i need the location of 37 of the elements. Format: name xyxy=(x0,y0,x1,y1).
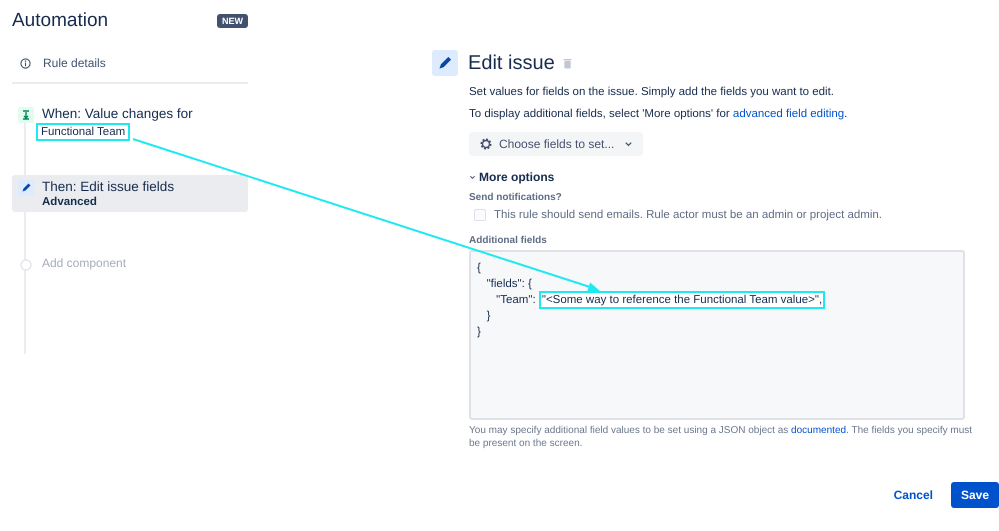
code-line: { xyxy=(477,261,482,276)
json-editor[interactable]: { "fields": { "Team": "<Some way to reference the Functional Team value>", } } xyxy=(469,250,965,420)
checkbox-label: This rule should send emails. Rule actor must be an admin or project admin. xyxy=(494,209,882,221)
step-subtitle: Functional Team xyxy=(36,123,130,141)
step-title: When: Value changes for xyxy=(42,106,193,121)
save-button[interactable]: Save xyxy=(950,482,999,508)
rule-step[interactable]: Then: Edit issue fields Advanced xyxy=(12,175,248,212)
advanced-editing-link[interactable]: advanced field editing xyxy=(732,108,844,120)
pencil-icon xyxy=(18,180,34,196)
trash-icon[interactable] xyxy=(562,58,572,68)
rule-step[interactable]: When: Value changes for Functional Team xyxy=(12,102,248,145)
step-title: Then: Edit issue fields xyxy=(42,179,174,194)
info-icon xyxy=(20,58,31,68)
step-subtitle: Advanced xyxy=(42,196,97,208)
code-line: "fields": { xyxy=(486,277,533,292)
field-label: Send notifications? xyxy=(469,192,562,203)
trigger-icon xyxy=(18,107,34,123)
app-title: Automation xyxy=(12,10,108,32)
description-text: Set values for fields on the issue. Simply add the fields you want to edit. xyxy=(469,86,834,98)
pencil-icon xyxy=(432,50,458,76)
page-title: Edit issue xyxy=(468,52,555,74)
chevron-down-icon xyxy=(469,174,476,180)
help-text: You may specify additional field values to be set using a JSON object as documented. The fields you specify must be present on the screen. xyxy=(469,424,974,450)
checkbox[interactable] xyxy=(474,209,486,221)
cancel-button[interactable]: Cancel xyxy=(884,482,943,508)
new-badge: NEW xyxy=(217,14,248,28)
field-label: Additional fields xyxy=(469,235,547,246)
documented-link[interactable]: documented xyxy=(791,425,846,436)
rule-details-item[interactable]: Rule details xyxy=(12,42,248,84)
code-line: } xyxy=(477,325,482,340)
more-options-toggle[interactable]: More options xyxy=(469,170,554,184)
chevron-down-icon xyxy=(624,141,634,147)
code-line: } xyxy=(486,309,492,324)
gear-icon xyxy=(479,137,493,151)
step-title: Add component xyxy=(42,256,126,270)
choose-fields-button[interactable]: Choose fields to set... xyxy=(469,132,644,156)
hint-text: To display additional fields, select 'More options' for advanced field editing. xyxy=(469,108,848,120)
